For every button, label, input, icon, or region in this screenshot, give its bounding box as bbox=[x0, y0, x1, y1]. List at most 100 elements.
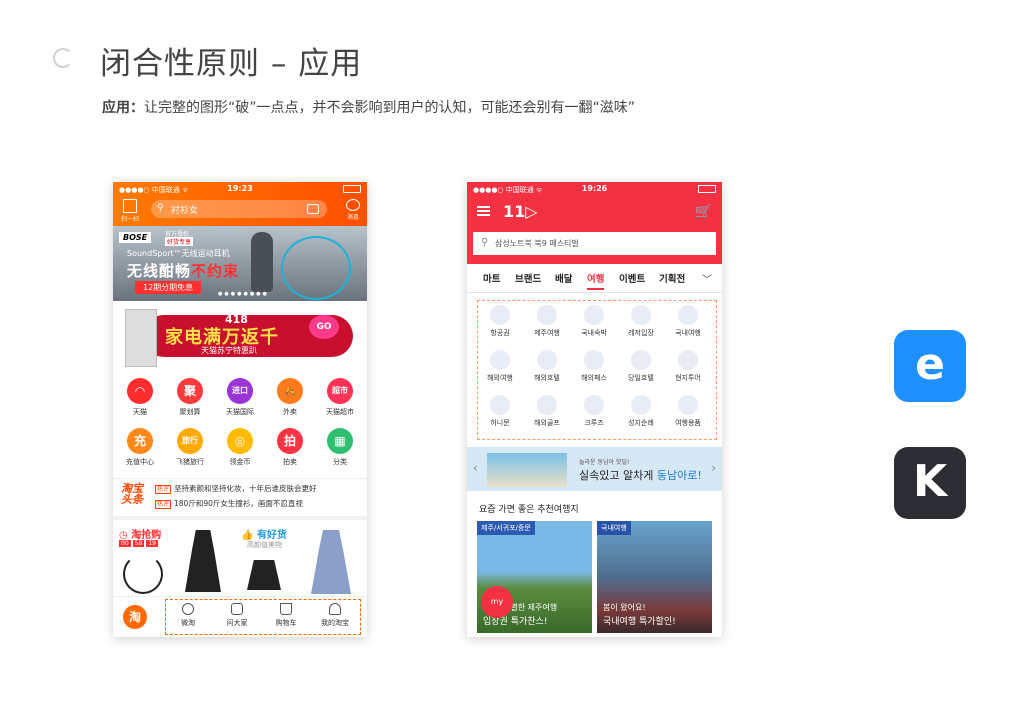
category-label: 外卖 bbox=[283, 408, 297, 416]
good-goods-title[interactable]: 👍 有好货 bbox=[241, 526, 287, 541]
tab-brand[interactable]: 브랜드 bbox=[515, 271, 541, 285]
category-item[interactable]: 拍拍卖 bbox=[265, 428, 315, 467]
headline-item[interactable]: 热评 180斤和90斤女生撞衫，画面不忍直视 bbox=[155, 498, 303, 509]
travel-category-item[interactable]: 여행용품 bbox=[664, 395, 712, 428]
headline-item[interactable]: 热评 坚持素颜和坚持化妆，十年后谁皮肤会更好 bbox=[155, 483, 317, 494]
promo-banner[interactable]: 418 家电满万返千 天猫苏宁特惠趴 GO bbox=[113, 301, 367, 371]
travel-category-item[interactable]: 허니문 bbox=[476, 395, 524, 428]
travel-category-icon bbox=[678, 305, 698, 325]
taobao-headlines[interactable]: 淘宝头条 热评 坚持素颜和坚持化妆，十年后谁皮肤会更好 热评 180斤和90斤女生撞… bbox=[113, 478, 367, 517]
tab-label: 微淘 bbox=[181, 619, 195, 627]
countdown-s: 19 bbox=[146, 540, 158, 547]
travel-category-item[interactable]: 해외골프 bbox=[523, 395, 571, 428]
tab-delivery[interactable]: 배달 bbox=[555, 271, 572, 285]
tab-weitao[interactable]: 微淘 bbox=[165, 603, 211, 628]
bose-banner[interactable]: BOSE 官方授权 好货专享 SoundSport™无线运动耳机 无线酣畅不约束… bbox=[113, 226, 367, 301]
flash-sale-title[interactable]: ◷ 淘抢购 bbox=[119, 526, 161, 541]
category-item[interactable]: 充充值中心 bbox=[115, 428, 165, 467]
category-icon: ▦ bbox=[327, 428, 353, 454]
tab-cart[interactable]: 购物车 bbox=[263, 603, 309, 628]
travel-category-item[interactable]: 해외패스 bbox=[570, 350, 618, 383]
message-button[interactable]: 消息 bbox=[345, 199, 361, 221]
banner-big-b: 동남아로! bbox=[656, 469, 702, 482]
menu-icon[interactable] bbox=[477, 206, 490, 216]
travel-category-item[interactable]: 제주여행 bbox=[523, 305, 571, 338]
search-input[interactable]: ⚲ 衬衫女 bbox=[151, 200, 327, 218]
earphone-image bbox=[281, 236, 351, 300]
chevron-down-icon[interactable]: ﹀ bbox=[702, 271, 712, 286]
bose-logo: BOSE bbox=[119, 232, 152, 243]
travel-category-item[interactable]: 레저입장 bbox=[617, 305, 665, 338]
status-time: 19:23 bbox=[227, 184, 253, 193]
card-line-2: 국내여행 특가할인! bbox=[603, 617, 676, 627]
deals-section: ◷ 淘抢购 00 58 19 👍 有好货 高颜值美物 bbox=[113, 516, 367, 600]
battery-icon bbox=[343, 185, 361, 193]
travel-category-item[interactable]: 국내숙박 bbox=[570, 305, 618, 338]
tab-my-taobao[interactable]: 我的淘宝 bbox=[312, 603, 358, 628]
weitao-icon bbox=[182, 603, 194, 615]
11st-logo[interactable]: 11▷ bbox=[503, 202, 538, 221]
tab-event[interactable]: 이벤트 bbox=[619, 271, 645, 285]
countdown: 00 58 19 bbox=[119, 540, 160, 547]
dress-image[interactable] bbox=[185, 530, 221, 592]
taobao-home-tab[interactable]: 淘 bbox=[123, 605, 147, 629]
travel-category-item[interactable]: 국내여행 bbox=[664, 305, 712, 338]
category-item[interactable]: 旅行 飞猪旅行 bbox=[165, 428, 215, 467]
user-icon bbox=[329, 603, 341, 615]
category-icon: 超市 bbox=[327, 378, 353, 404]
floral-dress-image[interactable] bbox=[311, 530, 351, 594]
travel-category-item[interactable]: 크루즈 bbox=[570, 395, 618, 428]
tab-mart[interactable]: 마트 bbox=[483, 271, 500, 285]
chevron-left-icon[interactable]: ‹ bbox=[473, 461, 478, 475]
slide-title: 闭合性原则 – 应用 bbox=[100, 46, 363, 82]
camera-icon[interactable] bbox=[307, 204, 319, 214]
travel-category-item[interactable]: 당일호텔 bbox=[617, 350, 665, 383]
tab-ask[interactable]: 问大家 bbox=[214, 603, 260, 628]
category-item[interactable]: ▦ 分类 bbox=[315, 428, 365, 467]
travel-category-icon bbox=[490, 395, 510, 415]
search-input[interactable]: ⚲ 삼성노트북 북9 페스티벌 bbox=[473, 232, 716, 255]
headline-text: 180斤和90斤女生撞衫，画面不忍直视 bbox=[174, 499, 303, 508]
search-icon: ⚲ bbox=[481, 237, 489, 248]
status-bar: ●●●●○ 中国联通 ᯤ 19:23 bbox=[113, 182, 367, 196]
my-button[interactable]: my bbox=[481, 586, 513, 618]
sea-banner[interactable]: ‹ 놀라운 동남아 핫딜! 실속있고 알차게 동남아로! › bbox=[467, 447, 722, 491]
category-item[interactable]: 🛵 外卖 bbox=[265, 378, 315, 417]
tab-special[interactable]: 기획전 bbox=[659, 271, 685, 285]
cart-icon[interactable]: 🛒 bbox=[695, 204, 712, 220]
travel-category-item[interactable]: 성지순례 bbox=[617, 395, 665, 428]
scan-button[interactable]: 扫一扫 bbox=[119, 199, 141, 223]
travel-category-label: 제주여행 bbox=[534, 329, 560, 337]
travel-category-icon bbox=[631, 305, 651, 325]
category-item[interactable]: ◎ 领金币 bbox=[215, 428, 265, 467]
travel-category-item[interactable]: 항공권 bbox=[476, 305, 524, 338]
travel-category-label: 항공권 bbox=[490, 329, 510, 337]
tab-label: 我的淘宝 bbox=[321, 619, 349, 627]
travel-category-item[interactable]: 해외호텔 bbox=[523, 350, 571, 383]
category-label: 天猫超市 bbox=[326, 408, 354, 416]
travel-category-item[interactable]: 해외여행 bbox=[476, 350, 524, 383]
earbuds-image[interactable] bbox=[123, 554, 163, 594]
category-item[interactable]: 超市 天猫超市 bbox=[315, 378, 365, 417]
category-item[interactable]: 进口 天猫国际 bbox=[215, 378, 265, 417]
category-icon: 进口 bbox=[227, 378, 253, 404]
logo-text: 11 bbox=[503, 202, 526, 221]
search-icon: ⚲ bbox=[157, 203, 164, 213]
travel-category-item[interactable]: 현지투어 bbox=[664, 350, 712, 383]
appliance-image bbox=[125, 309, 157, 367]
banner-button[interactable]: 12期分期免息 bbox=[135, 281, 202, 294]
taobao-header: ●●●●○ 中国联通 ᯤ 19:23 扫一扫 ⚲ 衬衫女 消息 bbox=[113, 182, 367, 226]
category-item[interactable]: ◠ 天猫 bbox=[115, 378, 165, 417]
tab-travel[interactable]: 여행 bbox=[587, 271, 605, 290]
category-label: 领金币 bbox=[229, 458, 251, 466]
travel-category-icon bbox=[584, 395, 604, 415]
category-label: 拍卖 bbox=[283, 458, 297, 466]
destination-card[interactable]: 국내여행 봄이 왔어요! 국내여행 특가할인! bbox=[597, 521, 712, 633]
travel-category-icon bbox=[631, 395, 651, 415]
travel-category-label: 해외패스 bbox=[581, 374, 607, 382]
skirt-image[interactable] bbox=[247, 560, 281, 590]
category-item[interactable]: 聚聚划算 bbox=[165, 378, 215, 417]
carousel-dots[interactable]: ●●●●●●●● bbox=[218, 291, 269, 297]
countdown-h: 00 bbox=[119, 540, 131, 547]
chevron-right-icon[interactable]: › bbox=[711, 461, 716, 475]
